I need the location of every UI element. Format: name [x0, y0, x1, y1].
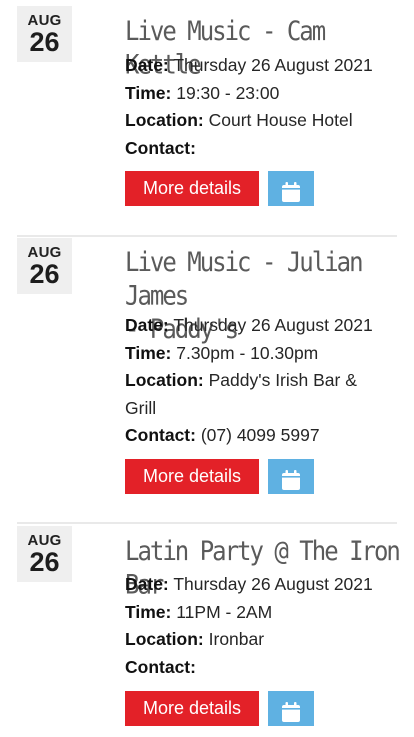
date-value: Thursday 26 August 2021 [173, 55, 373, 75]
date-value: Thursday 26 August 2021 [173, 574, 373, 594]
date-label: Date: [125, 574, 169, 594]
calendar-icon [282, 702, 300, 722]
add-to-calendar-button[interactable] [268, 171, 314, 206]
add-to-calendar-button[interactable] [268, 459, 314, 494]
event-time-row: Time: 11PM - 2AM [125, 599, 403, 627]
date-month: AUG [27, 532, 62, 549]
calendar-icon [282, 182, 300, 202]
event-divider [17, 235, 397, 237]
more-details-button[interactable]: More details [125, 171, 259, 206]
event-contact-row: Contact: [125, 654, 403, 682]
location-label: Location: [125, 110, 204, 130]
event-contact-row: Contact: (07) 4099 5997 [125, 422, 403, 450]
date-badge: AUG 26 [17, 526, 72, 582]
date-label: Date: [125, 55, 169, 75]
event-location-row: Location: Paddy's Irish Bar & Grill [125, 367, 403, 422]
event-divider [17, 522, 397, 524]
time-label: Time: [125, 342, 172, 363]
contact-label: Contact: [125, 425, 196, 445]
location-label: Location: [125, 370, 204, 390]
date-day: 26 [29, 27, 60, 57]
more-details-button[interactable]: More details [125, 691, 259, 726]
event-date-row: Date: Thursday 26 August 2021 [125, 571, 403, 599]
event-details: Date: Thursday 26 August 2021 Time: 19:3… [125, 52, 403, 162]
event-time-row: Time: 7.30pm - 10.30pm [125, 340, 403, 368]
date-badge: AUG 26 [17, 6, 72, 62]
location-value: Court House Hotel [208, 110, 353, 130]
more-details-button[interactable]: More details [125, 459, 259, 494]
event-date-row: Date: Thursday 26 August 2021 [125, 52, 403, 80]
location-label: Location: [125, 629, 204, 649]
date-label: Date: [125, 315, 169, 335]
event-date-row: Date: Thursday 26 August 2021 [125, 312, 403, 340]
location-value: Paddy's Irish Bar & [208, 370, 357, 390]
event-location-row: Location: Ironbar [125, 626, 403, 654]
time-label: Time: [125, 82, 172, 103]
date-month: AUG [27, 244, 62, 261]
time-label: Time: [125, 601, 172, 622]
date-day: 26 [29, 547, 60, 577]
add-to-calendar-button[interactable] [268, 691, 314, 726]
contact-label: Contact: [125, 656, 196, 677]
date-month: AUG [27, 12, 62, 29]
date-badge: AUG 26 [17, 238, 72, 294]
calendar-icon [282, 470, 300, 490]
event-details: Date: Thursday 26 August 2021 Time: 7.30… [125, 312, 403, 450]
time-value: 7.30pm - 10.30pm [176, 342, 319, 363]
time-value: 11PM - 2AM [176, 601, 273, 622]
date-day: 26 [29, 259, 60, 289]
date-value: Thursday 26 August 2021 [173, 315, 373, 335]
event-title-line: Live Music - Julian James [125, 246, 364, 312]
location-value-cont: Grill [125, 397, 157, 418]
location-value: Ironbar [208, 629, 265, 649]
event-time-row: Time: 19:30 - 23:00 [125, 80, 403, 108]
event-details: Date: Thursday 26 August 2021 Time: 11PM… [125, 571, 403, 681]
event-contact-row: Contact: [125, 135, 403, 163]
contact-label: Contact: [125, 137, 196, 158]
time-value: 19:30 - 23:00 [176, 82, 280, 103]
contact-value: (07) 4099 5997 [200, 425, 320, 445]
event-location-row: Location: Court House Hotel [125, 107, 403, 135]
